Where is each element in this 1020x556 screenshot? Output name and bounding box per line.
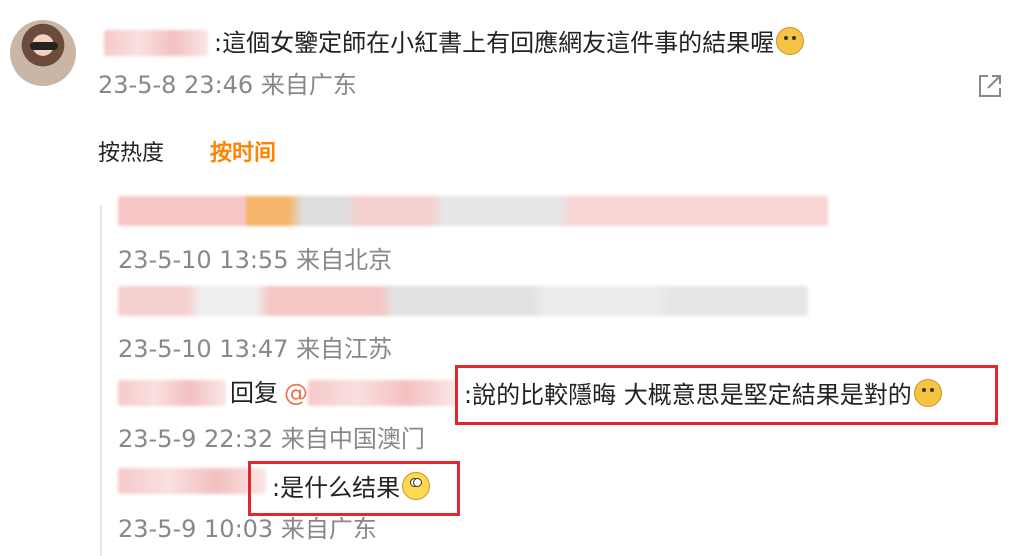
reply-text: :說的比較隱晦 大概意思是堅定結果是對的 [464,381,912,409]
blurred-username[interactable] [118,380,226,406]
reply-text-line: :說的比較隱晦 大概意思是堅定結果是對的 [464,379,942,410]
tab-by-popularity[interactable]: 按热度 [98,140,164,168]
shocked-emoji-icon [402,472,431,500]
reply-timestamp: 23-5-9 22:32 来自中国澳门 [118,425,425,453]
reply-timestamp: 23-5-10 13:55 来自北京 [118,246,393,274]
blurred-reply-content [118,286,808,316]
reply-timestamp: 23-5-9 10:03 来自广东 [118,515,377,543]
blurred-reply-content [118,196,828,226]
post-text: :這個女鑒定師在小紅書上有回應網友這件事的結果喔 [214,29,775,57]
post-timestamp: 23-5-8 23:46 来自广东 [98,71,357,99]
share-icon[interactable] [976,72,1004,100]
mention-at[interactable]: @ [284,378,308,408]
blurred-username[interactable] [104,30,208,56]
tab-by-time[interactable]: 按时间 [210,140,276,168]
thread-line [100,205,102,556]
blurred-username[interactable] [118,468,266,494]
user-avatar[interactable] [10,20,76,86]
reply-label: 回复 [230,379,278,407]
reply-text-line: :是什么结果 [272,472,431,503]
blurred-mention-username[interactable] [308,380,456,406]
reply-timestamp: 23-5-10 13:47 来自江苏 [118,335,393,363]
doge-emoji-icon [776,27,805,55]
doge-emoji-icon [913,379,942,407]
reply-text: :是什么结果 [272,474,401,502]
post-text-line: :這個女鑒定師在小紅書上有回應網友這件事的結果喔 [214,27,805,58]
